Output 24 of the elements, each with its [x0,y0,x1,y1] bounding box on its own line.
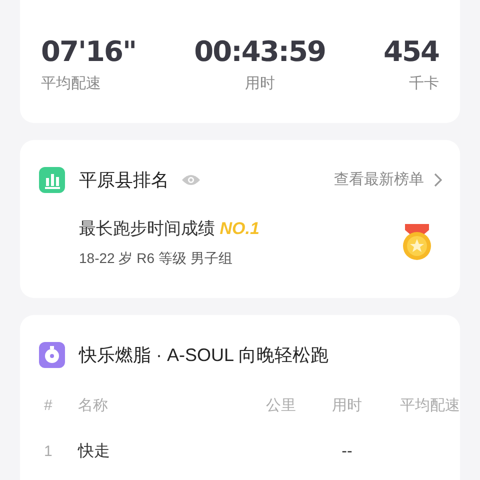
chevron-right-icon[interactable] [434,173,442,187]
activity-title: 快乐燃脂 · A-SOUL 向晚轻松跑 [79,344,328,366]
group-text: 18-22 岁 R6 等级 男子组 [79,248,234,268]
stat-value: 07'16" [41,34,136,68]
column-header: 平均配速 [399,396,460,416]
column-header: # [43,396,54,416]
table-cell-text: 快走 [78,442,111,462]
leaderboard-link[interactable]: 查看最新榜单 [334,168,424,192]
table-cell-text: 1 [43,442,54,462]
table-cell-text: -- [340,442,354,462]
column-header: 公里 [265,396,297,416]
bar-chart-icon [39,167,65,193]
column-header: 用时 [331,396,363,416]
ranking-title: 平原县排名 [79,168,169,192]
achievement-text: 最长跑步时间成绩 NO.1 [79,218,260,240]
medal-icon [402,224,432,261]
eye-icon[interactable] [181,173,201,187]
stat-value: 454 [384,34,439,68]
stat-label: 千卡 [409,74,439,94]
stat-label: 用时 [244,74,275,94]
column-header: 名称 [78,396,109,416]
stat-value: 00:43:59 [194,34,326,68]
stat-label: 平均配速 [41,74,101,94]
stopwatch-icon [39,342,65,368]
